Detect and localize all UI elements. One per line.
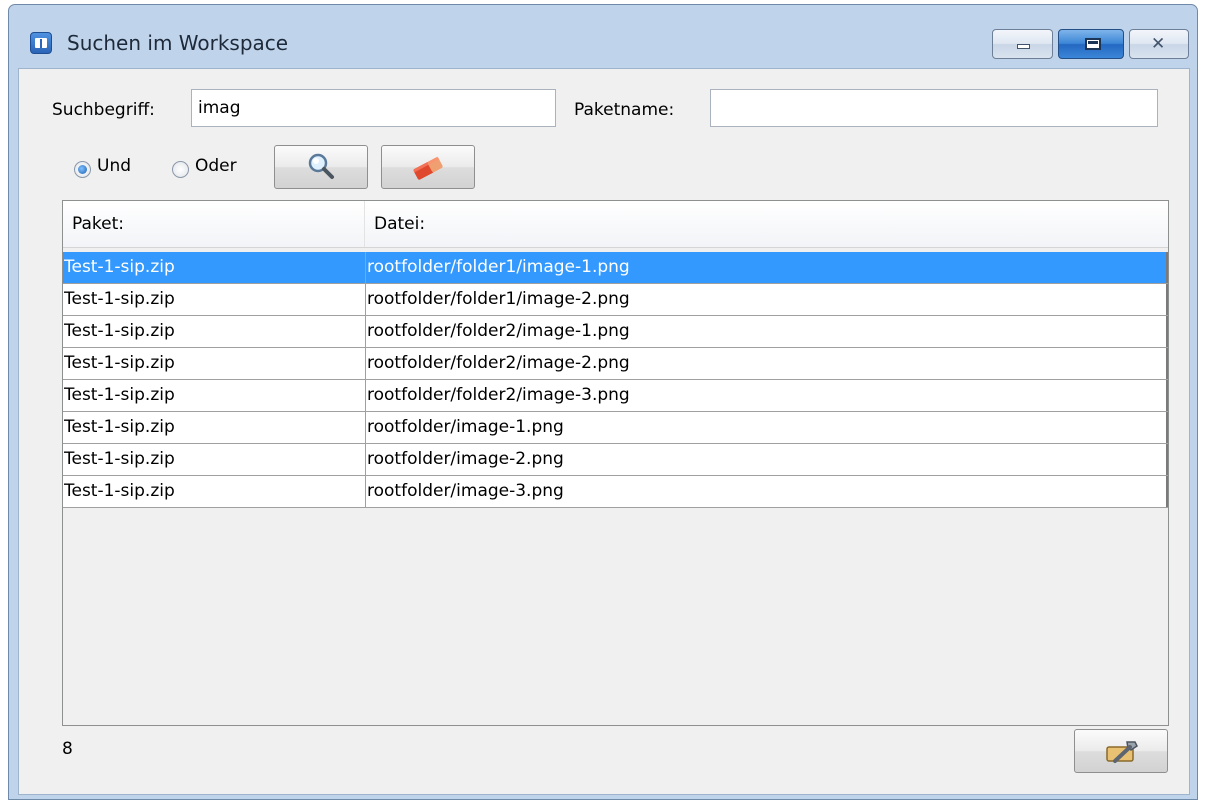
eraser-icon <box>412 156 443 180</box>
row-edge <box>1166 316 1168 347</box>
column-header-package[interactable]: Paket: <box>63 201 365 247</box>
package-cell: Test-1-sip.zip <box>64 257 175 277</box>
package-cell: Test-1-sip.zip <box>64 321 175 341</box>
file-cell: rootfolder/folder2/image-2.png <box>365 348 1167 379</box>
table-row[interactable]: Test-1-sip.zip rootfolder/folder2/image-2… <box>63 348 1168 380</box>
package-cell: Test-1-sip.zip <box>64 481 175 501</box>
window-title: Suchen im Workspace <box>67 31 289 55</box>
search-button[interactable] <box>274 145 368 189</box>
close-icon: ✕ <box>1151 34 1166 54</box>
column-header-file[interactable]: Datei: <box>365 201 1168 247</box>
file-cell: rootfolder/folder1/image-2.png <box>365 284 1167 315</box>
package-cell: Test-1-sip.zip <box>64 417 175 437</box>
table-row[interactable]: Test-1-sip.zip rootfolder/image-2.png <box>63 444 1168 476</box>
minimize-button[interactable] <box>992 29 1053 59</box>
file-cell: rootfolder/image-3.png <box>365 476 1167 507</box>
minimize-icon <box>1017 44 1030 49</box>
row-edge <box>1166 252 1168 283</box>
dialog-window: Suchen im Workspace ✕ Suchbegriff: Paket… <box>8 4 1198 800</box>
magnifier-icon <box>308 153 334 179</box>
file-cell: rootfolder/folder2/image-1.png <box>365 316 1167 347</box>
row-edge <box>1166 348 1168 379</box>
table-row[interactable]: Test-1-sip.zip rootfolder/folder1/image-2… <box>63 284 1168 316</box>
title-bar[interactable]: Suchen im Workspace ✕ <box>9 5 1197 67</box>
search-term-input[interactable] <box>191 89 556 127</box>
or-radio[interactable] <box>172 161 189 178</box>
row-edge <box>1166 412 1168 443</box>
or-radio-label[interactable]: Oder <box>195 156 237 176</box>
and-radio[interactable] <box>74 161 91 178</box>
table-body: Test-1-sip.zip rootfolder/folder1/image-1… <box>63 252 1168 508</box>
clear-button[interactable] <box>381 145 475 189</box>
package-name-input[interactable] <box>710 89 1158 127</box>
row-edge <box>1166 476 1168 507</box>
settings-button[interactable] <box>1074 729 1168 773</box>
row-edge <box>1166 380 1168 411</box>
table-row[interactable]: Test-1-sip.zip rootfolder/folder2/image-1… <box>63 316 1168 348</box>
search-term-label: Suchbegriff: <box>52 100 155 120</box>
table-row[interactable]: Test-1-sip.zip rootfolder/folder1/image-1… <box>63 252 1168 284</box>
table-row[interactable]: Test-1-sip.zip rootfolder/folder2/image-3… <box>63 380 1168 412</box>
table-row[interactable]: Test-1-sip.zip rootfolder/image-3.png <box>63 476 1168 508</box>
package-cell: Test-1-sip.zip <box>64 449 175 469</box>
results-table[interactable]: Paket: Datei: Test-1-sip.zip rootfolder/f… <box>62 200 1169 726</box>
maximize-icon <box>1085 38 1101 50</box>
table-header: Paket: Datei: <box>63 201 1168 248</box>
file-cell: rootfolder/image-1.png <box>365 412 1167 443</box>
row-edge <box>1166 284 1168 315</box>
package-cell: Test-1-sip.zip <box>64 289 175 309</box>
file-cell: rootfolder/folder2/image-3.png <box>365 380 1167 411</box>
wrench-icon <box>1106 741 1138 763</box>
dialog-content: Suchbegriff: Paketname: Und Oder <box>18 68 1190 795</box>
maximize-button[interactable] <box>1058 29 1124 59</box>
table-row[interactable]: Test-1-sip.zip rootfolder/image-1.png <box>63 412 1168 444</box>
close-button[interactable]: ✕ <box>1129 29 1189 59</box>
and-radio-label[interactable]: Und <box>97 156 131 176</box>
package-name-label: Paketname: <box>574 100 675 120</box>
package-cell: Test-1-sip.zip <box>64 353 175 373</box>
app-icon <box>30 32 52 54</box>
file-cell: rootfolder/image-2.png <box>365 444 1167 475</box>
file-cell: rootfolder/folder1/image-1.png <box>365 252 1167 283</box>
result-count: 8 <box>62 739 73 759</box>
package-cell: Test-1-sip.zip <box>64 385 175 405</box>
row-edge <box>1166 444 1168 475</box>
